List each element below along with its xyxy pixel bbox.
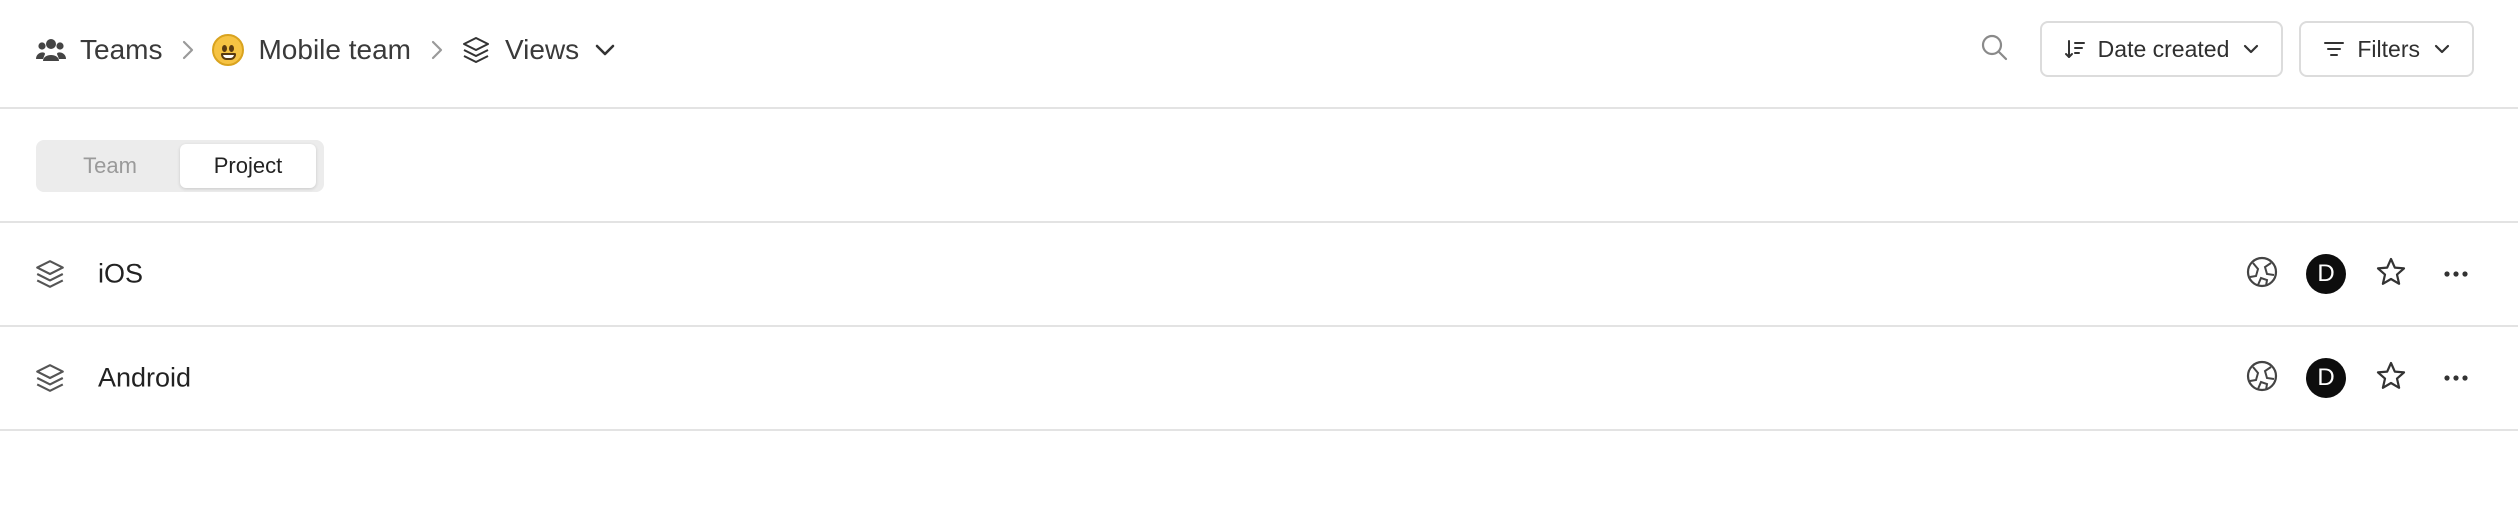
layers-icon [34, 362, 66, 394]
search-icon [1980, 33, 2008, 66]
sort-descending-icon [2064, 38, 2086, 60]
more-options-button[interactable] [2434, 252, 2478, 296]
breadcrumb-team[interactable]: Mobile team [212, 34, 411, 66]
segment-project[interactable]: Project [180, 144, 316, 188]
owner-avatar[interactable]: D [2304, 356, 2348, 400]
view-title: Android [98, 362, 192, 393]
globe-icon [2245, 255, 2279, 294]
list-item[interactable]: Android D [0, 327, 2518, 431]
favorite-button[interactable] [2369, 356, 2413, 400]
ellipsis-icon [2444, 265, 2468, 283]
segment-team[interactable]: Team [40, 144, 180, 188]
top-header: Teams Mobile team Views Date created Fil… [0, 0, 2518, 109]
views-list: iOS D Android D [0, 223, 2518, 431]
team-icon [36, 37, 66, 63]
chevron-down-icon [2434, 44, 2450, 54]
header-actions: Date created Filters [1972, 21, 2474, 77]
breadcrumb-views-label: Views [504, 34, 580, 65]
views-page: Teams Mobile team Views Date created Fil… [0, 0, 2518, 512]
more-options-button[interactable] [2434, 356, 2478, 400]
view-toolbar: Team Project [0, 109, 2518, 223]
list-item[interactable]: iOS D [0, 223, 2518, 327]
chevron-right-icon [182, 40, 194, 60]
sort-dropdown-button[interactable]: Date created [2039, 21, 2284, 77]
breadcrumb-teams-label: Teams [80, 34, 163, 65]
breadcrumb-views-dropdown[interactable]: Views [461, 34, 615, 66]
workspace-visibility-button[interactable] [2240, 356, 2284, 400]
breadcrumb: Teams Mobile team Views [36, 0, 615, 100]
star-icon [2375, 360, 2407, 397]
favorite-button[interactable] [2369, 252, 2413, 296]
filter-icon [2323, 40, 2345, 58]
layers-icon [461, 35, 491, 65]
owner-avatar[interactable]: D [2304, 252, 2348, 296]
chevron-right-icon [431, 40, 443, 60]
filters-label: Filters [2357, 35, 2420, 62]
avatar: D [2306, 254, 2346, 294]
view-title: iOS [98, 258, 144, 289]
star-icon [2375, 256, 2407, 293]
search-button[interactable] [1972, 21, 2016, 77]
ellipsis-icon [2444, 369, 2468, 387]
breadcrumb-teams[interactable]: Teams [36, 34, 162, 66]
chevron-down-icon [595, 44, 615, 56]
workspace-visibility-button[interactable] [2240, 252, 2284, 296]
globe-icon [2245, 359, 2279, 398]
layers-icon [34, 258, 66, 290]
grinning-face-emoji-icon [212, 34, 245, 66]
chevron-down-icon [2243, 44, 2259, 54]
filters-dropdown-button[interactable]: Filters [2299, 21, 2474, 77]
avatar: D [2306, 358, 2346, 398]
breadcrumb-team-label: Mobile team [258, 34, 411, 65]
view-scope-segmented-control: Team Project [36, 140, 324, 192]
sort-label: Date created [2097, 35, 2230, 62]
